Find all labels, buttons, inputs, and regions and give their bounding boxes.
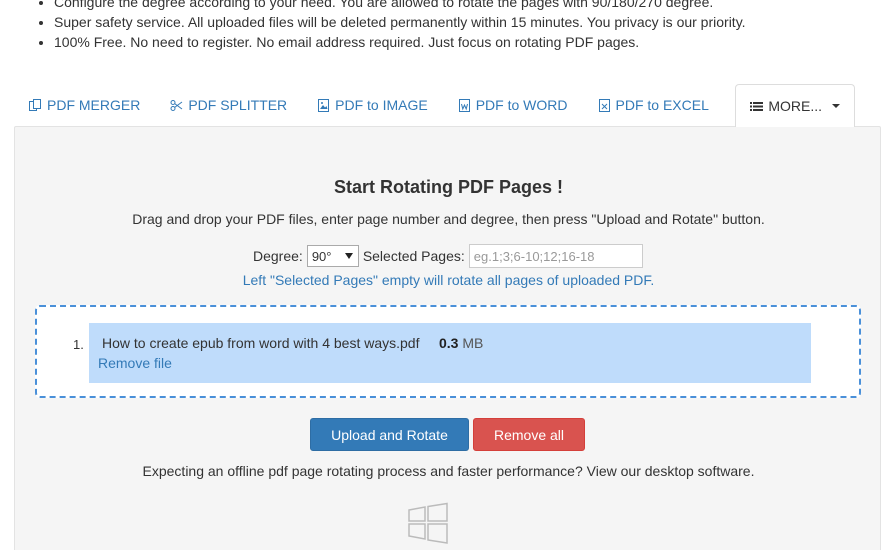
desktop-software-promo: Expecting an offline pdf page rotating p…: [142, 463, 755, 479]
dropdown-arrow-icon: [344, 253, 353, 259]
word-icon: [458, 98, 470, 112]
page-title: Start Rotating PDF Pages !: [333, 177, 564, 197]
image-icon: [318, 98, 330, 112]
tab-pdf-to-image[interactable]: PDF to IMAGE: [302, 84, 443, 126]
instructions: Drag and drop your PDF files, enter page…: [132, 211, 765, 227]
degree-value: 90°: [311, 248, 332, 264]
list-icon: [750, 101, 764, 111]
list-item: How to create epub from word with 4 best…: [89, 323, 811, 383]
tab-label: PDF MERGER: [47, 97, 141, 113]
remove-file-link[interactable]: Remove file: [98, 355, 172, 371]
tab-label: PDF to WORD: [475, 97, 568, 113]
pages-hint: Left "Selected Pages" empty will rotate …: [242, 272, 655, 288]
file-dropzone[interactable]: 1. How to create epub from word with 4 b…: [35, 305, 861, 398]
tab-pdf-to-word[interactable]: PDF to WORD: [443, 84, 583, 126]
excel-icon: [598, 98, 610, 112]
feature-item: Configure the degree according to your n…: [54, 0, 746, 12]
tab-label: PDF SPLITTER: [188, 97, 288, 113]
file-size-unit: MB: [462, 335, 484, 351]
file-size: 0.3 MB: [439, 335, 483, 351]
tab-more-dropdown[interactable]: MORE...: [735, 84, 855, 127]
tab-label: MORE...: [768, 98, 822, 114]
scissors-icon: [170, 99, 183, 111]
pages-label: Selected Pages:: [362, 248, 465, 264]
selected-pages-input[interactable]: [468, 244, 643, 268]
feature-item: Super safety service. All uploaded files…: [54, 12, 746, 32]
chevron-down-icon: [832, 104, 840, 108]
rotate-options: Degree: 90° Selected Pages:: [253, 244, 643, 268]
feature-item: 100% Free. No need to register. No email…: [54, 32, 746, 52]
tab-pdf-splitter[interactable]: PDF SPLITTER: [155, 84, 302, 126]
upload-and-rotate-button[interactable]: Upload and Rotate: [310, 418, 469, 451]
windows-icon[interactable]: [407, 502, 449, 544]
tab-pdf-to-excel[interactable]: PDF to EXCEL: [583, 84, 724, 126]
degree-select[interactable]: 90°: [306, 245, 359, 267]
rotate-panel: Start Rotating PDF Pages ! Drag and drop…: [14, 126, 881, 550]
tool-tabs: PDF MERGER PDF SPLITTER PDF to IMAGE PDF…: [14, 84, 861, 127]
file-name: How to create epub from word with 4 best…: [102, 335, 420, 351]
tab-label: PDF to IMAGE: [335, 97, 428, 113]
tab-pdf-merger[interactable]: PDF MERGER: [14, 84, 155, 126]
tab-label: PDF to EXCEL: [615, 97, 709, 113]
merge-icon: [29, 98, 41, 111]
feature-list: Configure the degree according to your n…: [36, 0, 746, 52]
degree-label: Degree:: [253, 248, 303, 264]
remove-all-button[interactable]: Remove all: [473, 418, 585, 451]
file-size-value: 0.3: [439, 335, 459, 351]
file-index: 1.: [73, 337, 84, 352]
